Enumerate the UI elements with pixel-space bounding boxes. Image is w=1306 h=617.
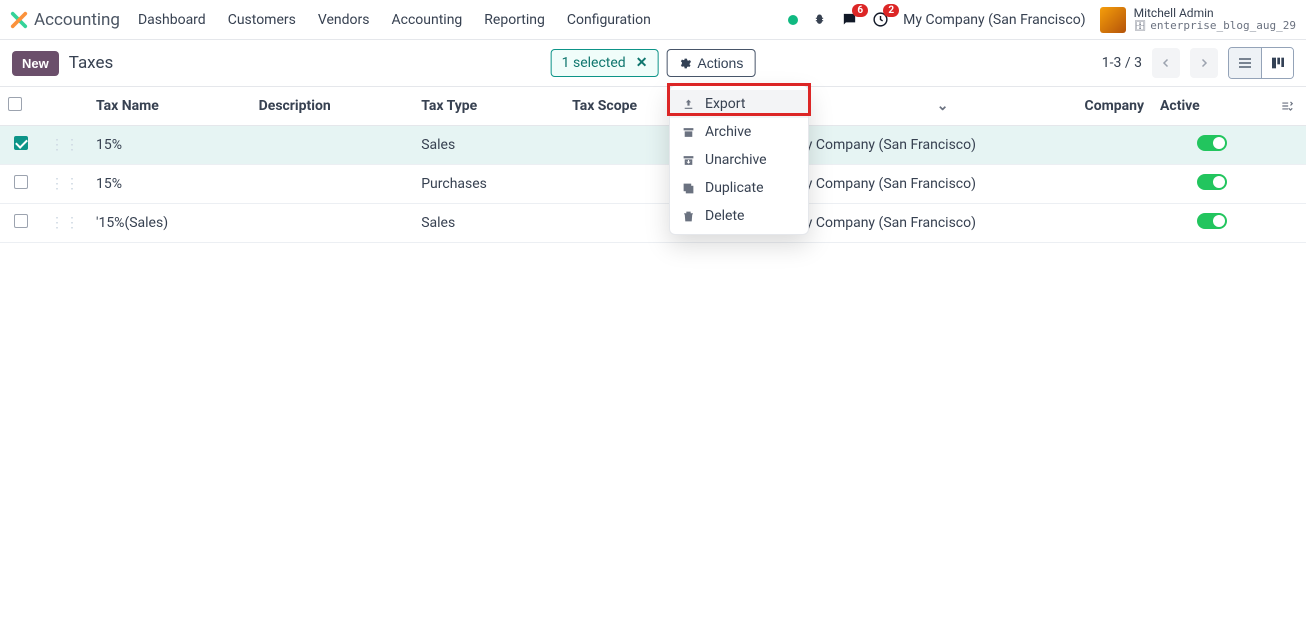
drag-handle-icon[interactable]: ⋮⋮ <box>50 215 80 231</box>
cell-tax-name: 15% <box>88 126 251 165</box>
drag-handle-icon[interactable]: ⋮⋮ <box>50 137 80 153</box>
control-bar: New Taxes 1 selected ✕ Actions 1-3 / 3 <box>0 40 1306 86</box>
taxes-table: Tax Name Description Tax Type Tax Scope … <box>0 86 1306 243</box>
duplicate-icon <box>682 182 695 195</box>
nav-accounting[interactable]: Accounting <box>391 12 462 28</box>
app-logo-icon <box>10 11 28 29</box>
activities-badge: 2 <box>883 4 899 17</box>
action-duplicate[interactable]: Duplicate <box>670 174 808 202</box>
cell-tax-type: Sales <box>413 126 564 165</box>
cell-description <box>251 204 414 243</box>
breadcrumb: Taxes <box>69 53 114 73</box>
row-checkbox[interactable] <box>14 214 28 228</box>
actions-label: Actions <box>697 55 743 71</box>
avatar-icon <box>1100 7 1126 33</box>
active-toggle[interactable] <box>1197 174 1227 190</box>
list-view-button[interactable] <box>1229 48 1261 78</box>
activities-button[interactable]: 2 <box>872 11 889 28</box>
unarchive-icon <box>682 154 695 167</box>
nav-reporting[interactable]: Reporting <box>484 12 545 28</box>
cell-company: My Company (San Francisco) <box>786 126 1152 165</box>
optional-columns-icon[interactable] <box>1280 99 1298 113</box>
trash-icon <box>682 210 695 223</box>
col-tax-type[interactable]: Tax Type <box>413 87 564 126</box>
kanban-icon <box>1270 55 1286 71</box>
cell-tax-type: Sales <box>413 204 564 243</box>
nav-right: 6 2 My Company (San Francisco) Mitchell … <box>788 7 1296 33</box>
nav-dashboard[interactable]: Dashboard <box>138 12 206 28</box>
pager-text[interactable]: 1-3 / 3 <box>1102 55 1142 71</box>
action-archive[interactable]: Archive <box>670 118 808 146</box>
action-export[interactable]: Export <box>670 90 808 118</box>
kanban-view-button[interactable] <box>1261 48 1293 78</box>
messages-badge: 6 <box>852 4 868 17</box>
presence-indicator-icon <box>788 15 798 25</box>
new-button[interactable]: New <box>12 51 59 76</box>
database-icon: 🗄 <box>1134 21 1147 32</box>
app-name: Accounting <box>34 10 120 30</box>
actions-button[interactable]: Actions <box>666 49 755 77</box>
table-row[interactable]: ⋮⋮ 15% Purchases My Company (San Francis… <box>0 165 1306 204</box>
user-info: Mitchell Admin 🗄enterprise_blog_aug_29 <box>1134 7 1296 32</box>
chevron-down-icon: ⌄ <box>937 98 949 114</box>
col-company[interactable]: x⌄Company <box>786 87 1152 126</box>
nav-customers[interactable]: Customers <box>228 12 296 28</box>
company-switcher[interactable]: My Company (San Francisco) <box>903 12 1085 28</box>
upload-icon <box>682 98 695 111</box>
actions-dropdown: Export Archive Unarchive Duplicate Delet… <box>669 85 809 235</box>
select-all-checkbox[interactable] <box>8 97 22 111</box>
selection-count: 1 selected <box>562 55 626 71</box>
drag-handle-icon[interactable]: ⋮⋮ <box>50 176 80 192</box>
user-menu[interactable]: Mitchell Admin 🗄enterprise_blog_aug_29 <box>1100 7 1296 33</box>
active-toggle[interactable] <box>1197 213 1227 229</box>
archive-icon <box>682 126 695 139</box>
top-nav: Accounting Dashboard Customers Vendors A… <box>0 0 1306 40</box>
cell-tax-type: Purchases <box>413 165 564 204</box>
list-icon <box>1237 55 1253 71</box>
active-toggle[interactable] <box>1197 135 1227 151</box>
col-active[interactable]: Active <box>1152 87 1272 126</box>
table-header-row: Tax Name Description Tax Type Tax Scope … <box>0 87 1306 126</box>
cell-company: My Company (San Francisco) <box>786 165 1152 204</box>
cell-description <box>251 165 414 204</box>
selection-chip: 1 selected ✕ <box>551 49 659 77</box>
row-checkbox[interactable] <box>14 136 28 150</box>
col-tax-name[interactable]: Tax Name <box>88 87 251 126</box>
debug-icon[interactable] <box>812 12 827 27</box>
table-row[interactable]: ⋮⋮ 15% Sales My Company (San Francisco) <box>0 126 1306 165</box>
messages-button[interactable]: 6 <box>841 11 858 28</box>
action-delete[interactable]: Delete <box>670 202 808 230</box>
pager-next-button[interactable] <box>1190 48 1218 78</box>
cell-description <box>251 126 414 165</box>
col-description[interactable]: Description <box>251 87 414 126</box>
gear-icon <box>678 57 691 70</box>
view-switcher <box>1228 47 1294 79</box>
user-db: 🗄enterprise_blog_aug_29 <box>1134 20 1296 32</box>
action-unarchive[interactable]: Unarchive <box>670 146 808 174</box>
cell-tax-name: '15%(Sales) <box>88 204 251 243</box>
cell-company: My Company (San Francisco) <box>786 204 1152 243</box>
row-checkbox[interactable] <box>14 175 28 189</box>
cell-tax-name: 15% <box>88 165 251 204</box>
table-row[interactable]: ⋮⋮ '15%(Sales) Sales My Company (San Fra… <box>0 204 1306 243</box>
pager-prev-button[interactable] <box>1152 48 1180 78</box>
main-menu: Dashboard Customers Vendors Accounting R… <box>138 12 651 28</box>
nav-vendors[interactable]: Vendors <box>318 12 370 28</box>
clear-selection-icon[interactable]: ✕ <box>636 55 648 71</box>
brand[interactable]: Accounting <box>10 10 120 30</box>
nav-configuration[interactable]: Configuration <box>567 12 651 28</box>
